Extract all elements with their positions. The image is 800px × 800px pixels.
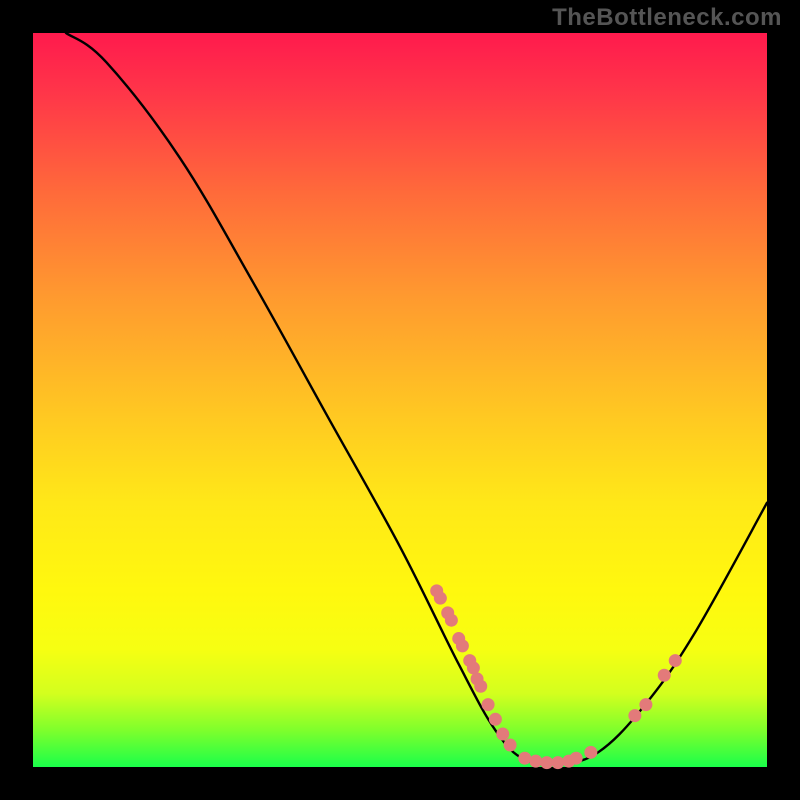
data-point: [658, 669, 671, 682]
data-point: [570, 752, 583, 765]
data-point: [456, 639, 469, 652]
data-point: [518, 752, 531, 765]
chart-frame: TheBottleneck.com: [0, 0, 800, 800]
data-point: [529, 755, 542, 768]
data-point: [474, 680, 487, 693]
data-point: [430, 584, 443, 597]
data-point: [639, 698, 652, 711]
data-point: [489, 713, 502, 726]
data-point: [445, 614, 458, 627]
plot-area: [33, 33, 767, 767]
data-point: [482, 698, 495, 711]
data-point: [467, 661, 480, 674]
data-point: [504, 738, 517, 751]
data-point: [496, 727, 509, 740]
curve-layer: [33, 33, 767, 767]
bottleneck-curve: [66, 33, 767, 764]
data-point: [551, 756, 564, 769]
data-point: [584, 746, 597, 759]
data-point: [628, 709, 641, 722]
data-markers: [430, 584, 682, 769]
data-point: [669, 654, 682, 667]
watermark-text: TheBottleneck.com: [552, 4, 782, 32]
